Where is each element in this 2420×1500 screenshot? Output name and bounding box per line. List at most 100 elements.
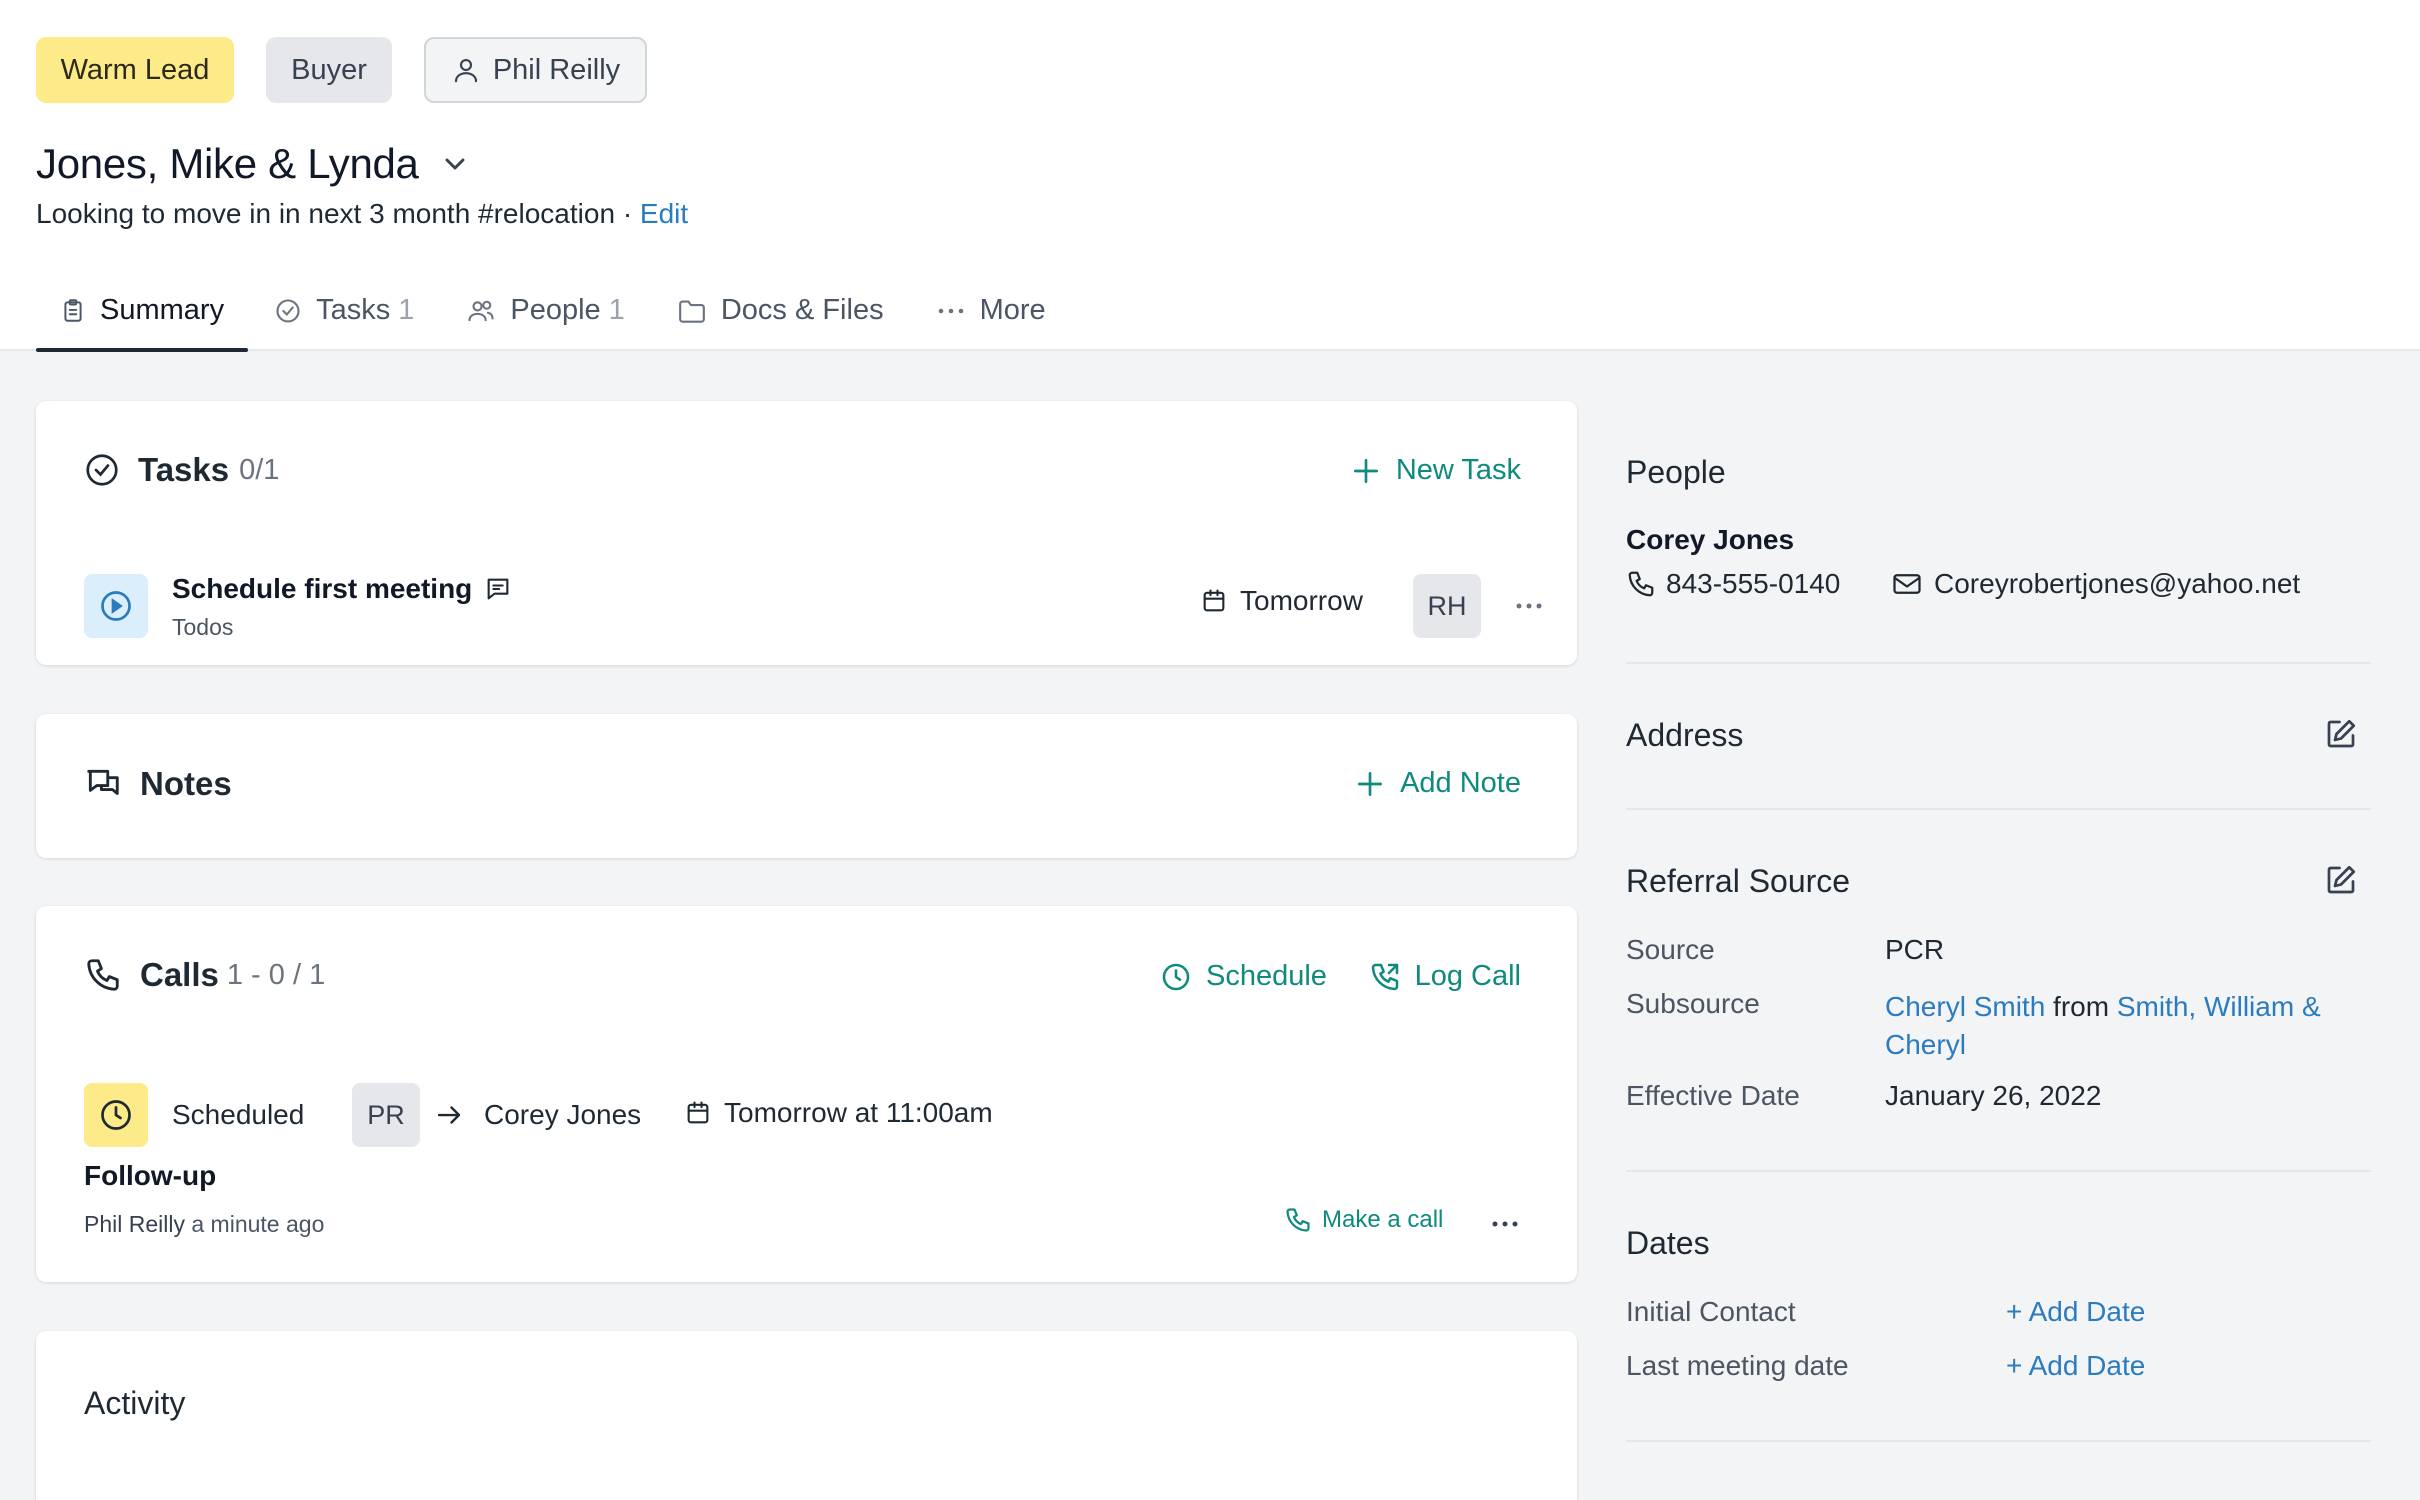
edit-description-link[interactable]: Edit (640, 198, 688, 229)
assignee-avatar[interactable]: RH (1413, 574, 1481, 638)
ellipsis-icon[interactable] (1514, 601, 1544, 611)
add-note-label: Add Note (1400, 767, 1521, 799)
person-phone[interactable]: 843-555-0140 (1626, 568, 1840, 600)
activity-title: Activity (84, 1385, 186, 1421)
caller-initials: PR (367, 1099, 405, 1130)
section-divider (1626, 662, 2371, 664)
assigned-agent-tag[interactable]: Phil Reilly (424, 37, 647, 103)
task-row[interactable]: Schedule first meeting Todos Tomorrow RH (36, 571, 1577, 641)
assignee-initials: RH (1427, 590, 1467, 621)
phone-icon (1284, 1206, 1312, 1234)
phone-log-icon (1369, 961, 1401, 993)
subsource-value: Cheryl Smith from Smith, William & Chery… (1885, 988, 2365, 1064)
tasks-count: 0/1 (239, 453, 280, 486)
description-separator: · (622, 198, 633, 229)
tab-label: Tasks (316, 294, 391, 326)
check-circle-icon (274, 297, 302, 325)
effective-date-label: Effective Date (1626, 1080, 1800, 1111)
lead-status-label: Warm Lead (60, 53, 210, 86)
call-recipient[interactable]: Corey Jones (484, 1099, 641, 1131)
description-text: Looking to move in in next 3 month #relo… (36, 198, 616, 229)
calls-card-header: Calls 1 - 0 / 1 (84, 956, 325, 994)
tab-tasks[interactable]: Tasks 1 (248, 270, 440, 351)
clock-icon (84, 1083, 148, 1147)
tab-count: 1 (398, 294, 415, 326)
tab-summary[interactable]: Summary (36, 270, 249, 352)
make-call-label: Make a call (1322, 1206, 1444, 1233)
title-row: Jones, Mike & Lynda (36, 140, 471, 188)
comment-icon[interactable] (484, 575, 512, 603)
section-divider (1626, 808, 2371, 810)
add-initial-contact-date-link[interactable]: + Add Date (2006, 1296, 2145, 1328)
calls-count: 1 - 0 / 1 (226, 958, 326, 991)
call-item: Scheduled PR Corey Jones Tomorrow at 11:… (36, 1083, 1577, 1273)
tasks-title: Tasks (138, 451, 230, 488)
person-name[interactable]: Corey Jones (1626, 524, 1794, 556)
tab-label: Docs & Files (720, 294, 884, 326)
assigned-agent-name: Phil Reilly (492, 53, 621, 86)
task-due-label: Tomorrow (1240, 585, 1363, 616)
tab-people[interactable]: People 1 (440, 270, 650, 351)
initial-contact-label: Initial Contact (1626, 1296, 1796, 1327)
tasks-card-header: Tasks 0/1 (84, 451, 279, 489)
call-author[interactable]: Phil Reilly (84, 1211, 185, 1237)
ellipsis-icon[interactable] (1490, 1219, 1520, 1229)
tab-more[interactable]: More (910, 270, 1072, 351)
clipboard-icon (60, 297, 86, 325)
person-email[interactable]: Coreyrobertjones@yahoo.net (1892, 568, 2300, 600)
activity-card: Activity (36, 1331, 1577, 1500)
contact-type-label: Buyer (291, 53, 367, 86)
contact-title: Jones, Mike & Lynda (36, 140, 419, 187)
chevron-down-icon[interactable] (439, 148, 471, 180)
make-call-button[interactable]: Make a call (1284, 1206, 1443, 1234)
task-title[interactable]: Schedule first meeting (172, 573, 472, 605)
user-icon (451, 54, 481, 86)
edit-icon[interactable] (2323, 716, 2359, 752)
lead-status-tag[interactable]: Warm Lead (36, 37, 234, 103)
person-email-value: Coreyrobertjones@yahoo.net (1934, 568, 2301, 599)
person-phone-value: 843-555-0140 (1666, 568, 1841, 599)
tab-label: More (979, 294, 1046, 326)
add-note-button[interactable]: Add Note (1354, 767, 1521, 800)
plus-icon (1354, 768, 1386, 800)
tab-label: Summary (100, 294, 225, 326)
call-meta: Phil Reilly a minute ago (84, 1211, 324, 1238)
folder-icon (677, 298, 707, 324)
new-task-button[interactable]: New Task (1350, 454, 1521, 487)
tasks-card: Tasks 0/1 New Task Schedule first meetin… (36, 401, 1577, 665)
contact-description: Looking to move in in next 3 month #relo… (36, 198, 688, 230)
notes-card-header: Notes (84, 765, 232, 803)
schedule-label: Schedule (1206, 960, 1327, 992)
call-time-ago: a minute ago (191, 1211, 325, 1237)
calendar-icon (1200, 586, 1228, 616)
users-icon (466, 297, 496, 325)
section-divider (1626, 1440, 2371, 1442)
call-time: Tomorrow at 11:00am (684, 1097, 993, 1129)
calendar-icon (684, 1098, 712, 1128)
mail-icon (1892, 571, 1922, 597)
log-call-label: Log Call (1414, 960, 1521, 992)
calls-card: Calls 1 - 0 / 1 Schedule Log Call Schedu… (36, 906, 1577, 1282)
sidebar: People Corey Jones 843-555-0140 Coreyrob… (1626, 400, 2371, 1500)
caller-avatar[interactable]: PR (352, 1083, 420, 1147)
notes-title: Notes (140, 765, 232, 802)
add-last-meeting-date-link[interactable]: + Add Date (2006, 1350, 2145, 1382)
call-status: Scheduled (172, 1099, 305, 1130)
chat-bubbles-icon (84, 765, 122, 803)
tab-label: People (510, 294, 601, 326)
address-section-title: Address (1626, 717, 1744, 753)
notes-card: Notes Add Note (36, 714, 1577, 858)
tab-docs-files[interactable]: Docs & Files (651, 270, 910, 351)
schedule-call-button[interactable]: Schedule (1160, 960, 1327, 993)
contact-type-tag[interactable]: Buyer (266, 37, 392, 103)
tab-count: 1 (608, 294, 625, 326)
task-due-date[interactable]: Tomorrow (1200, 585, 1363, 617)
call-time-label: Tomorrow at 11:00am (724, 1097, 993, 1128)
subsource-person-link[interactable]: Cheryl Smith (1885, 991, 2045, 1022)
section-divider (1626, 1170, 2371, 1172)
phone-icon (1626, 569, 1656, 599)
log-call-button[interactable]: Log Call (1369, 960, 1521, 993)
edit-icon[interactable] (2323, 862, 2359, 898)
clock-icon (1160, 961, 1192, 993)
record-header: Warm Lead Buyer Phil Reilly Jones, Mike … (0, 0, 2420, 352)
